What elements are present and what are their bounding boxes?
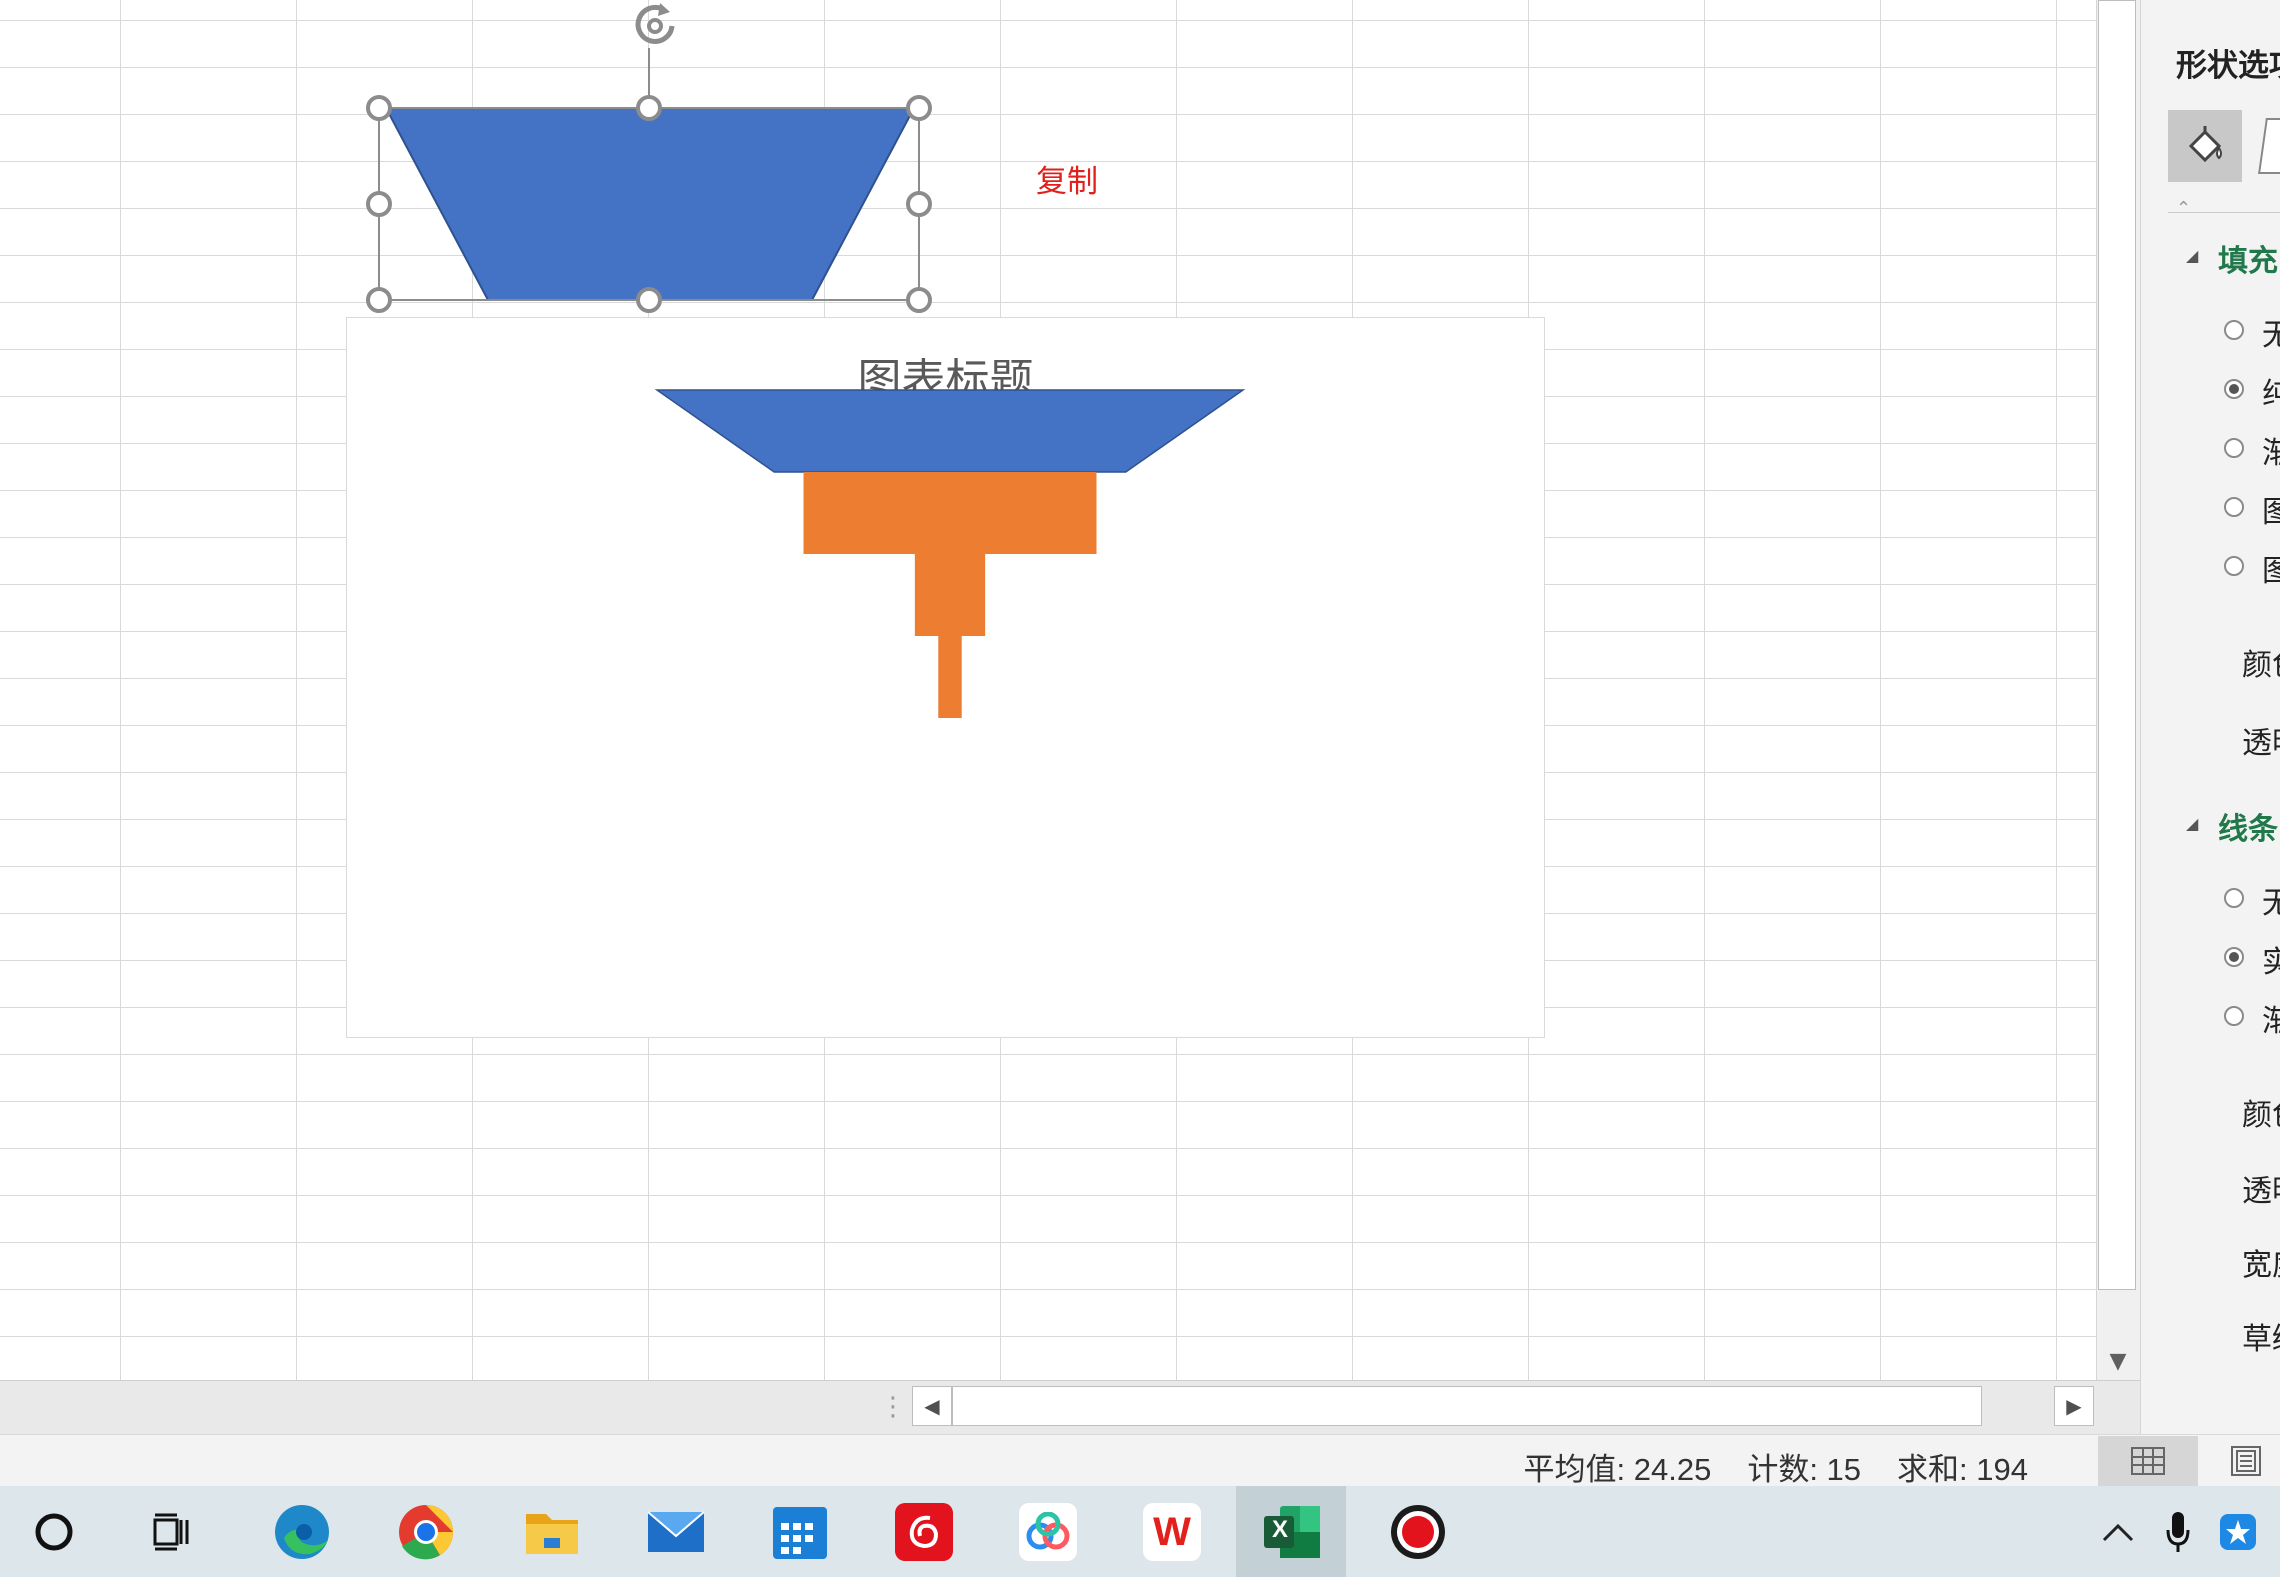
funnel-bar-4[interactable] (938, 636, 962, 718)
fill-collapse-icon[interactable]: ◢ (2186, 246, 2198, 265)
line-none-radio[interactable] (2224, 888, 2244, 908)
page-layout-view-icon[interactable] (2212, 1436, 2280, 1486)
scroll-left-arrow-icon[interactable]: ◀ (912, 1386, 952, 1426)
mail-icon[interactable] (646, 1502, 706, 1562)
fill-gradient-radio[interactable] (2224, 438, 2244, 458)
line-solid-radio[interactable] (2224, 947, 2244, 967)
pane-divider (2168, 212, 2280, 213)
line-gradient-radio[interactable] (2224, 1006, 2244, 1026)
line-gradient-label: 渐 (2262, 1004, 2280, 1039)
fill-pattern-label: 图 (2262, 554, 2280, 589)
netease-music-icon[interactable] (894, 1502, 954, 1562)
status-count: 计数: 15 (1747, 1452, 1862, 1487)
split-handle-icon[interactable]: ⋮ (880, 1393, 906, 1421)
format-shape-pane (2140, 0, 2280, 1434)
funnel-bar-3[interactable] (914, 554, 986, 636)
selected-trapezoid-shape[interactable] (366, 48, 932, 313)
recorder-icon[interactable] (1388, 1502, 1448, 1562)
fill-picture-label: 图 (2262, 495, 2280, 530)
fill-transparency-label: 透明 (2242, 726, 2280, 761)
wps-label: W (1153, 1509, 1191, 1554)
windows-taskbar (0, 1486, 2280, 1577)
fill-line-tab-icon[interactable] (2168, 110, 2242, 182)
vertical-scroll-thumb[interactable] (2098, 0, 2136, 1290)
microphone-icon[interactable] (2148, 1502, 2208, 1562)
fill-solid-label: 纯 (2262, 377, 2280, 412)
status-sum: 求和: 194 (1897, 1452, 2028, 1487)
chart-plot-area (654, 389, 1246, 718)
status-average: 平均值: 24.25 (1523, 1452, 1712, 1487)
line-color-label: 颜色 (2242, 1098, 2280, 1133)
rotate-handle-icon[interactable] (620, 0, 690, 50)
scroll-down-arrow-icon[interactable]: ▼ (2096, 1343, 2140, 1379)
fill-gradient-label: 渐 (2262, 436, 2280, 471)
chrome-icon[interactable] (396, 1502, 456, 1562)
excel-label: X (1272, 1516, 1289, 1543)
fill-none-label: 无 (2262, 318, 2280, 353)
calendar-icon[interactable] (770, 1502, 830, 1562)
wps-icon[interactable]: W (1142, 1502, 1202, 1562)
search-icon[interactable] (24, 1502, 84, 1562)
horizontal-scroll-thumb[interactable] (952, 1386, 1982, 1426)
funnel-bar-1[interactable] (654, 389, 1246, 473)
baidu-netdisk-icon[interactable] (1018, 1502, 1078, 1562)
excel-icon[interactable]: X (1262, 1502, 1322, 1562)
line-sketch-label: 草绘 (2242, 1322, 2280, 1357)
fill-picture-radio[interactable] (2224, 497, 2244, 517)
funnel-chart[interactable]: 图表标题 (346, 317, 1545, 1038)
status-statistics[interactable]: 平均值: 24.25 计数: 15 求和: 194 (1524, 1444, 2028, 1489)
fill-solid-radio[interactable] (2224, 379, 2244, 399)
line-section-header[interactable]: 线条 (2218, 804, 2278, 848)
line-width-label: 宽度 (2242, 1248, 2280, 1283)
task-view-icon[interactable] (144, 1502, 204, 1562)
fill-section-header[interactable]: 填充 (2218, 236, 2278, 280)
edge-icon[interactable] (272, 1502, 332, 1562)
fill-pattern-radio[interactable] (2224, 556, 2244, 576)
line-solid-label: 实 (2262, 945, 2280, 980)
line-collapse-icon[interactable]: ◢ (2186, 814, 2198, 833)
tab-pointer-icon: ⌃ (2176, 198, 2192, 219)
fill-color-label: 颜色 (2242, 648, 2280, 683)
file-explorer-icon[interactable] (522, 1502, 582, 1562)
fill-none-radio[interactable] (2224, 320, 2244, 340)
normal-view-icon[interactable] (2098, 1436, 2198, 1486)
tray-app-icon[interactable] (2208, 1502, 2268, 1562)
scroll-right-arrow-icon[interactable]: ▶ (2054, 1386, 2094, 1426)
line-none-label: 无 (2262, 886, 2280, 921)
show-hidden-icons-chevron-icon[interactable] (2088, 1502, 2148, 1562)
funnel-bar-2[interactable] (803, 472, 1097, 554)
copy-annotation: 复制 (1036, 164, 1098, 200)
line-transparency-label: 透明 (2242, 1174, 2280, 1209)
pane-shape-options-tab[interactable]: 形状选项 (2176, 40, 2280, 85)
